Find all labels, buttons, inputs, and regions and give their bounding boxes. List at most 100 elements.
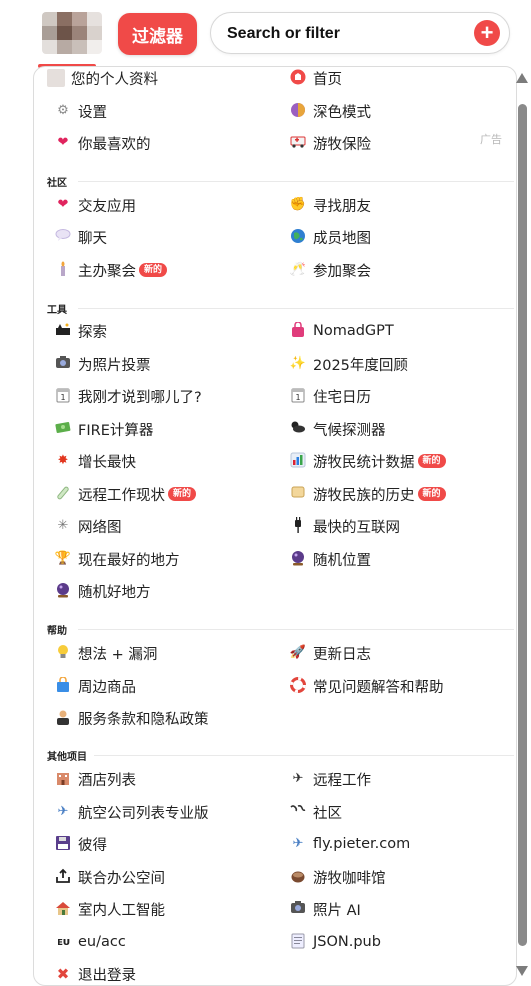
menu-item-join-meetup[interactable]: 🥂 参加聚会 <box>289 258 371 282</box>
spider-web-icon: ✳ <box>57 518 69 533</box>
heart-icon: ❤ <box>57 135 69 150</box>
menu-item-settings[interactable]: ⚙ 设置 <box>54 99 107 123</box>
menu-item-remote-work-state[interactable]: 远程工作现状 新的 <box>54 482 197 506</box>
menu-item-random-location[interactable]: 随机位置 <box>289 547 371 571</box>
speech-bubble-icon <box>54 228 72 246</box>
menu-item-hotels[interactable]: 酒店列表 <box>54 767 136 791</box>
menu-item-best-now[interactable]: 🏆 现在最好的地方 <box>54 547 180 571</box>
menu-item-logout[interactable]: ✖ 退出登录 <box>54 962 136 985</box>
bar-chart-icon <box>289 452 307 470</box>
menu-item-bide[interactable]: 彼得 <box>54 832 107 856</box>
menu-item-terms[interactable]: 服务条款和隐私政策 <box>54 706 209 730</box>
calendar-icon: 1 <box>289 387 307 405</box>
cheers-icon: 🥂 <box>289 262 307 277</box>
house-icon <box>54 900 72 918</box>
lightbulb-icon <box>54 644 72 662</box>
menu-item-faq[interactable]: 常见问题解答和帮助 <box>289 674 444 698</box>
menu-item-fastest-internet[interactable]: 最快的互联网 <box>289 514 400 538</box>
menu-item-photo-vote[interactable]: 为照片投票 <box>54 352 151 376</box>
menu-item-fire[interactable]: FIRE计算器 <box>54 417 153 441</box>
world-map-icon <box>289 803 307 821</box>
section-divider <box>78 181 514 182</box>
menu-item-cafes[interactable]: 游牧咖啡馆 <box>289 865 386 889</box>
menu-item-stay-calendar[interactable]: 1 住宅日历 <box>289 384 371 408</box>
menu-item-merch[interactable]: 周边商品 <box>54 674 136 698</box>
hotel-icon <box>54 770 72 788</box>
menu-item-find-friends[interactable]: ✊ 寻找朋友 <box>289 193 371 217</box>
user-avatar[interactable] <box>42 12 102 54</box>
outbox-icon <box>54 868 72 886</box>
document-icon <box>289 933 307 951</box>
menu-item-home[interactable]: 首页 <box>289 67 342 90</box>
search-box[interactable] <box>210 12 510 55</box>
plug-icon <box>289 517 307 535</box>
menu-item-interior-ai[interactable]: 室内人工智能 <box>54 897 165 921</box>
menu-item-climate[interactable]: 气候探测器 <box>289 417 386 441</box>
candle-icon <box>54 261 72 279</box>
menu-item-where-was-i[interactable]: 1 我刚才说到哪儿了? <box>54 384 202 408</box>
menu-item-favorites[interactable]: ❤ 你最喜欢的 <box>54 131 151 155</box>
new-badge: 新的 <box>417 487 446 501</box>
menu-item-nomad-stats[interactable]: 游牧民统计数据 新的 <box>289 449 446 473</box>
menu-item-json-pub[interactable]: JSON.pub <box>289 930 381 954</box>
bag-icon <box>289 321 307 340</box>
globe-icon <box>289 228 307 246</box>
menu-item-members-map[interactable]: 成员地图 <box>289 225 371 249</box>
section-heading-community: 社区 <box>47 178 67 189</box>
close-icon: ✖ <box>56 965 70 983</box>
menu-item-host-meetup[interactable]: 主办聚会 新的 <box>54 258 168 282</box>
filter-button[interactable]: 过滤器 <box>118 13 197 55</box>
weather-icon <box>289 420 307 438</box>
rocket-icon: 🚀 <box>289 645 307 660</box>
menu-item-explore[interactable]: 探索 <box>54 319 107 343</box>
camera-icon <box>54 355 72 373</box>
menu-item-nomad-history[interactable]: 游牧民族的历史 新的 <box>289 482 446 506</box>
scroll-icon <box>289 485 307 503</box>
section-divider <box>78 629 514 630</box>
menu-item-community[interactable]: 社区 <box>289 800 342 824</box>
svg-text:1: 1 <box>296 393 301 402</box>
trophy-icon: 🏆 <box>54 551 72 566</box>
menu-item-profile[interactable]: 您的个人资料 <box>47 67 158 90</box>
menu-item-random-good[interactable]: 随机好地方 <box>54 579 151 603</box>
menu-item-network[interactable]: ✳ 网络图 <box>54 514 122 538</box>
airplane-icon: ✈ <box>292 771 304 786</box>
search-input[interactable] <box>225 13 469 55</box>
svg-text:1: 1 <box>61 393 66 402</box>
plus-icon[interactable]: + <box>474 20 500 46</box>
menu-item-coworking[interactable]: 联合办公空间 <box>54 865 165 889</box>
new-badge: 新的 <box>139 263 168 277</box>
lifebuoy-icon <box>289 677 307 695</box>
menu-item-eu-acc[interactable]: ᴇᴜ eu/acc <box>54 930 126 954</box>
calendar-icon: 1 <box>54 387 72 405</box>
moon-icon <box>289 102 307 120</box>
home-icon <box>289 69 307 87</box>
menu-item-insurance[interactable]: 游牧保险 <box>289 131 371 155</box>
explosion-icon: ✸ <box>57 453 69 468</box>
airplane-icon: ✈ <box>57 804 69 819</box>
handshake-icon: ✊ <box>289 197 307 212</box>
scroll-up-arrow[interactable] <box>516 73 528 83</box>
menu-item-ideas-bugs[interactable]: 想法 + 漏洞 <box>54 641 157 665</box>
scroll-down-arrow[interactable] <box>516 966 528 976</box>
menu-item-dark-mode[interactable]: 深色模式 <box>289 99 371 123</box>
menu-item-airlines[interactable]: ✈ 航空公司列表专业版 <box>54 800 209 824</box>
camera-icon <box>289 900 307 918</box>
menu-item-chat[interactable]: 聊天 <box>54 225 107 249</box>
sparkle-icon: ✨ <box>289 356 307 371</box>
menu-item-photo-ai[interactable]: 照片 AI <box>289 897 361 921</box>
menu-item-fly[interactable]: ✈ fly.pieter.com <box>289 832 411 856</box>
menu-item-fastest-growing[interactable]: ✸ 增长最快 <box>54 449 136 473</box>
menu-item-dating[interactable]: ❤ 交友应用 <box>54 193 136 217</box>
floppy-disk-icon <box>54 835 72 853</box>
menu-item-year-review[interactable]: ✨ 2025年度回顾 <box>289 352 408 376</box>
avatar-icon <box>47 69 65 87</box>
menu-item-nomadgpt[interactable]: NomadGPT <box>289 319 394 343</box>
test-tube-icon <box>54 485 72 503</box>
menu-item-remote-work[interactable]: ✈ 远程工作 <box>289 767 371 791</box>
menu-item-changelog[interactable]: 🚀 更新日志 <box>289 641 371 665</box>
section-heading-help: 帮助 <box>47 626 67 637</box>
section-divider <box>94 755 514 756</box>
scrollbar-thumb[interactable] <box>518 104 527 946</box>
shopping-bag-icon <box>54 676 72 695</box>
